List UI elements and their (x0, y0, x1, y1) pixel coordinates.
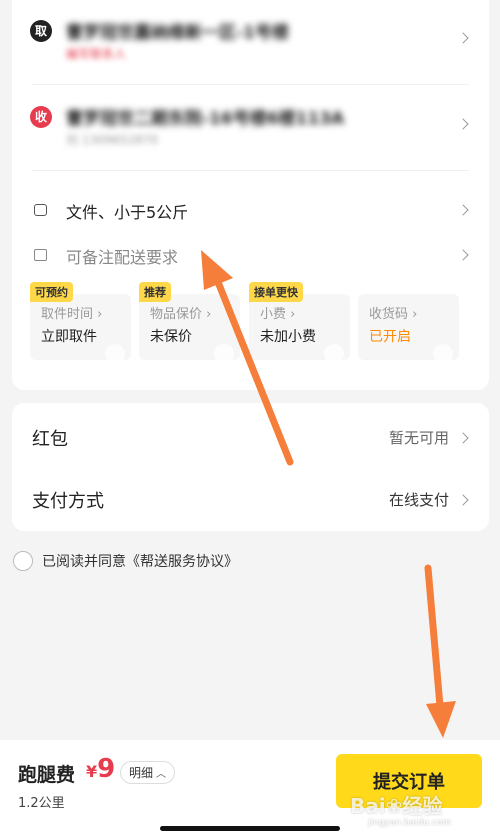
tip-option[interactable]: 接单更快 小费 › 未加小费 (249, 282, 350, 364)
pickup-time-option[interactable]: 可预约 取件时间 › 立即取件 (30, 282, 131, 364)
chevron-up-icon: ︿ (156, 769, 167, 780)
red-packet-row[interactable]: 红包 暂无可用 (12, 409, 489, 467)
option-label: 小费 › (260, 307, 296, 322)
divider (32, 170, 469, 171)
delivery-note-row[interactable]: 可备注配送要求 (12, 235, 489, 275)
fee-detail-button[interactable]: 明细 ︿ (120, 761, 176, 784)
annotation-arrow-submit (424, 564, 456, 738)
dropoff-address-row[interactable]: 收 曹罗冠世二期东院-16号楼6楼113A 刘 1309652870 (12, 86, 489, 166)
option-value: 立即取件 (41, 329, 97, 345)
distance-text: 1.2公里 (18, 796, 65, 811)
divider (32, 84, 469, 85)
agreement-text[interactable]: 已阅读并同意《帮送服务协议》 (42, 551, 238, 571)
option-value: 未加小费 (260, 329, 316, 345)
insurance-option[interactable]: 推荐 物品保价 › 未保价 (139, 282, 240, 364)
payment-method-row[interactable]: 支付方式 在线支付 (12, 471, 489, 529)
note-edit-icon (34, 249, 47, 261)
option-tag: 推荐 (139, 282, 171, 302)
red-packet-label: 红包 (32, 429, 68, 450)
delivery-note-placeholder: 可备注配送要求 (66, 248, 179, 267)
package-info-text: 文件、小于5公斤 (66, 203, 189, 222)
payment-method-value: 在线支付 (388, 491, 449, 509)
agreement-checkbox[interactable] (13, 551, 33, 571)
chevron-right-icon (457, 249, 469, 261)
home-indicator (160, 826, 340, 831)
payment-card: 红包 暂无可用 支付方式 在线支付 (12, 403, 489, 531)
clock-icon (105, 344, 125, 364)
pickup-address: 曹罗冠世嘉纳维新一区-1号楼 (66, 23, 289, 43)
yen-icon (324, 344, 344, 364)
option-label: 取件时间 › (41, 307, 103, 322)
option-label: 收货码 › (369, 307, 418, 322)
option-label: 物品保价 › (150, 307, 212, 322)
option-value: 已开启 (369, 329, 411, 345)
chevron-right-icon (457, 118, 469, 130)
payment-method-label: 支付方式 (32, 491, 104, 512)
package-info-row[interactable]: 文件、小于5公斤 (12, 190, 489, 230)
fee-detail-label: 明细 (129, 766, 154, 780)
receipt-code-option[interactable]: 收货码 › 已开启 (358, 294, 459, 364)
pickup-address-row[interactable]: 取 曹罗冠世嘉纳维新一区-1号楼 编写联系人 (12, 0, 489, 80)
pickup-subtext: 编写联系人 (66, 47, 127, 61)
chevron-right-icon (457, 494, 469, 506)
pickup-badge: 取 (30, 20, 52, 42)
fee-amount: ¥9 (86, 754, 115, 784)
red-packet-value: 暂无可用 (388, 429, 449, 447)
currency-symbol: ¥ (86, 762, 98, 781)
dropoff-subtext: 刘 1309652870 (66, 133, 159, 147)
option-tag: 接单更快 (249, 282, 303, 302)
order-card: 取 曹罗冠世嘉纳维新一区-1号楼 编写联系人 收 曹罗冠世二期东院-16号楼6楼… (12, 0, 489, 390)
chevron-right-icon (457, 432, 469, 444)
fee-label: 跑腿费 (18, 764, 76, 786)
code-icon (433, 344, 453, 364)
option-value: 未保价 (150, 329, 192, 345)
shield-icon (214, 344, 234, 364)
dropoff-badge: 收 (30, 106, 52, 128)
chevron-right-icon (457, 204, 469, 216)
watermark-url: jingyan.baidu.com (368, 818, 452, 828)
fee-number: 9 (97, 754, 116, 784)
watermark-logo: Bai❀经验 (350, 794, 443, 818)
option-tag: 可预约 (30, 282, 73, 302)
chevron-right-icon (457, 32, 469, 44)
package-icon (34, 204, 47, 216)
dropoff-address: 曹罗冠世二期东院-16号楼6楼113A (66, 109, 345, 129)
